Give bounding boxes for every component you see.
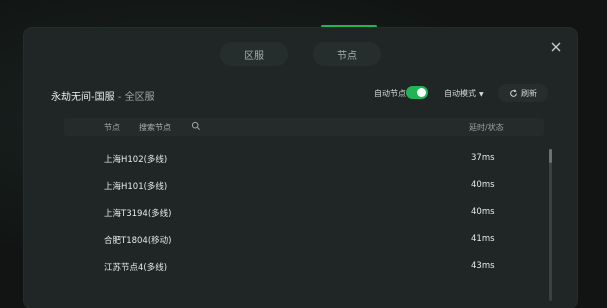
node-latency: 40ms [471,180,495,190]
table-row[interactable]: 江苏节点4(多线) 43ms [64,253,544,279]
node-latency: 43ms [471,261,495,271]
node-latency: 41ms [471,234,495,244]
node-latency: 40ms [471,207,495,217]
toggle-knob [417,88,426,97]
node-select-dialog: 区服 节点 永劫无间-国服 - 全区服 自动节点 自动模式 ▼ 刷新 节点 搜索节… [24,28,577,308]
search-input[interactable]: 搜索节点 [139,122,171,133]
tab-region-label: 区服 [244,50,264,62]
table-row[interactable]: 合肥T1804(移动) 41ms [64,226,544,252]
refresh-icon [510,88,517,97]
tab-node-label: 节点 [337,50,357,62]
table-row[interactable]: 上海H101(多线) 40ms [64,172,544,198]
node-name: 上海H101(多线) [104,182,168,192]
tab-region[interactable]: 区服 [220,42,288,66]
title-separator: - [114,92,125,103]
close-icon[interactable] [549,40,563,54]
search-icon[interactable] [191,121,201,131]
chevron-down-icon: ▼ [479,91,484,98]
table-row[interactable]: 上海T3194(多线) 40ms [64,199,544,225]
node-latency: 37ms [471,153,495,163]
refresh-button[interactable]: 刷新 [498,84,548,102]
table-header: 节点 搜索节点 延时/状态 [64,118,544,136]
node-name: 上海H102(多线) [104,155,168,165]
table-row[interactable]: 上海H102(多线) 37ms [64,145,544,171]
auto-node-toggle[interactable] [406,86,428,99]
auto-mode-dropdown[interactable]: 自动模式 ▼ [444,88,484,99]
node-name: 江苏节点4(多线) [104,263,168,273]
auto-mode-label: 自动模式 [444,89,476,98]
tab-node[interactable]: 节点 [313,42,381,66]
page-title: 永劫无间-国服 - 全区服 [51,88,155,103]
node-name: 上海T3194(多线) [104,209,172,219]
scrollbar[interactable] [549,149,552,301]
auto-node-label: 自动节点 [374,89,406,98]
column-latency: 延时/状态 [469,123,504,132]
game-name: 永劫无间-国服 [51,92,115,103]
server-scope: 全区服 [124,92,155,103]
column-node: 节点 [104,123,120,132]
scrollbar-thumb[interactable] [549,149,552,163]
node-name: 合肥T1804(移动) [104,236,172,246]
refresh-label: 刷新 [521,88,537,98]
